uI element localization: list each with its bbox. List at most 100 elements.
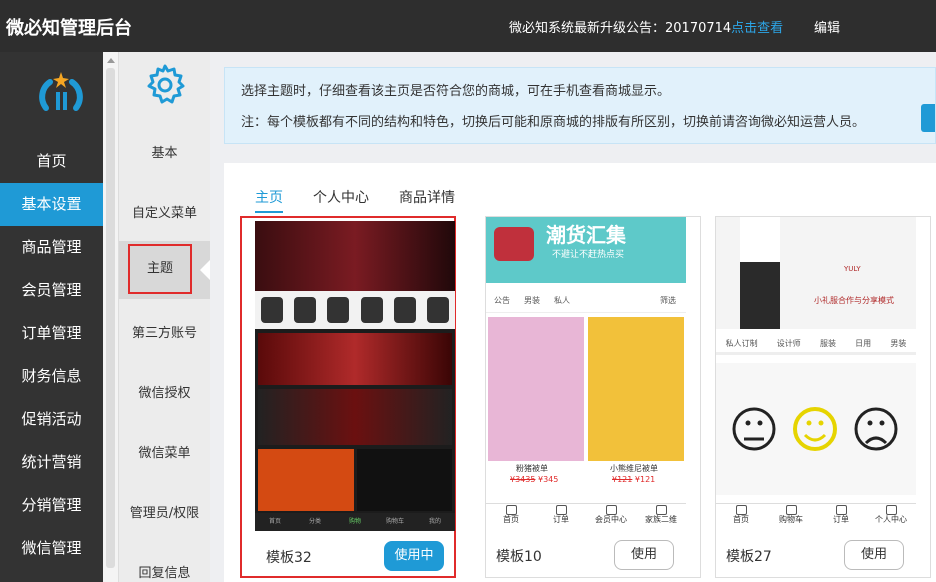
preview-banner-sub: 不避让不赶热点买	[552, 250, 625, 260]
subnav-item-wechat-menu[interactable]: 微信菜单	[119, 442, 210, 461]
preview-product-1-name: 粉猪被单	[516, 464, 548, 473]
info-line-1: 选择主题时，仔细查看该主页是否符合您的商城，可在手机查看商城显示。	[241, 84, 671, 99]
subnav-item-reply[interactable]: 回复信息	[119, 562, 210, 581]
preview-block-1	[258, 333, 452, 385]
template-card-32[interactable]: 首页 分类 购物 购物车 我的 模板32 使用中	[240, 216, 456, 578]
preview-tab-1: 分类	[308, 518, 321, 525]
subnav-item-admin[interactable]: 管理员/权限	[119, 502, 210, 521]
preview-bag-image	[494, 227, 534, 261]
preview-filter-2: 私人	[554, 296, 570, 305]
preview-tabbar: 首页 订单 会员中心 家族二维	[486, 503, 686, 531]
preview-faces-image	[716, 363, 916, 495]
template-name: 模板27	[726, 549, 772, 565]
sidebar-item-statistics[interactable]: 统计营销	[0, 441, 103, 484]
preview-tab-1: 购物车	[766, 504, 816, 531]
edit-link[interactable]: 编辑	[814, 17, 840, 36]
sidebar-item-basic-settings[interactable]: 基本设置	[0, 183, 103, 226]
sidebar-item-distribution[interactable]: 分销管理	[0, 484, 103, 527]
preview-product-1-price: ¥3435 ¥345	[510, 475, 558, 484]
template-name: 模板10	[496, 549, 542, 565]
preview-menu-2: 服装	[819, 339, 836, 348]
preview-banner: YULY 小礼服合作与分享模式	[716, 217, 916, 329]
template-32-preview[interactable]: 首页 分类 购物 购物车 我的	[255, 221, 455, 531]
preview-filter-3: 筛选	[660, 296, 676, 305]
brand-logo	[39, 72, 83, 111]
preview-product-2-image	[588, 317, 684, 461]
top-bar: 微必知管理后台 微必知系统最新升级公告：20170714点击查看 编辑	[0, 0, 936, 52]
preview-filter-bar: 公告 男装 私人 筛选	[486, 289, 686, 313]
info-action-button[interactable]	[921, 104, 935, 132]
preview-tab-0: 首页	[268, 518, 281, 525]
sidebar-item-wechat[interactable]: 微信管理	[0, 527, 103, 570]
preview-menu-3: 日用	[855, 339, 872, 348]
in-use-button[interactable]: 使用中	[384, 541, 444, 571]
preview-icon-row	[255, 291, 455, 329]
subnav-item-third-party[interactable]: 第三方账号	[119, 322, 210, 341]
sidebar-item-home[interactable]: 首页	[0, 140, 103, 183]
gear-icon	[147, 64, 185, 104]
preview-product-2-name: 小熊维尼被单	[610, 464, 658, 473]
template-name: 模板32	[266, 550, 312, 566]
info-line-2: 注：每个模板都有不同的结构和特色，切换后可能和原商城的排版有所区别，切换前请咨询…	[241, 115, 866, 130]
main-sidebar: 首页 基本设置 商品管理 会员管理 订单管理 财务信息 促销活动 统计营销 分销…	[0, 52, 103, 582]
sidebar-item-orders[interactable]: 订单管理	[0, 312, 103, 355]
preview-tab-1: 订单	[536, 504, 586, 531]
preview-block-4	[357, 449, 452, 511]
preview-brand-sub: 小礼服合作与分享模式	[814, 296, 894, 305]
preview-brand: YULY	[844, 265, 861, 273]
use-button[interactable]: 使用	[614, 540, 674, 570]
preview-tab-3: 个人中心	[866, 504, 916, 531]
subnav-heading-basic: 基本	[151, 146, 178, 161]
tab-home[interactable]: 主页	[255, 187, 283, 207]
template-10-preview[interactable]: 潮货汇集 不避让不赶热点买 公告 男装 私人 筛选 粉猪被单 小熊维尼被单 ¥3…	[486, 217, 686, 531]
tab-personal-center[interactable]: 个人中心	[313, 187, 369, 207]
scroll-up-icon[interactable]	[107, 58, 115, 63]
upgrade-notice: 微必知系统最新升级公告：20170714点击查看	[509, 17, 783, 36]
preview-block-3	[258, 449, 354, 511]
preview-product-1-now: ¥345	[538, 475, 559, 484]
use-button[interactable]: 使用	[844, 540, 904, 570]
tab-product-detail[interactable]: 商品详情	[399, 187, 455, 207]
active-tab-indicator	[255, 211, 283, 213]
notice-text: 微必知系统最新升级公告：20170714	[509, 21, 732, 36]
preview-tab-4: 我的	[428, 518, 441, 525]
preview-tab-0: 首页	[486, 504, 536, 531]
preview-menu-0: 私人订制	[725, 339, 758, 348]
preview-tab-2: 订单	[816, 504, 866, 531]
preview-filter-1: 男装	[524, 296, 540, 305]
preview-menu-4: 男装	[890, 339, 907, 348]
sidebar-item-finance[interactable]: 财务信息	[0, 355, 103, 398]
sidebar-item-promotions[interactable]: 促销活动	[0, 398, 103, 441]
preview-tabbar: 首页 购物车 订单 个人中心	[716, 503, 916, 531]
preview-product-1-image	[488, 317, 584, 461]
scrollbar-thumb[interactable]	[106, 68, 115, 568]
subnav-item-theme[interactable]: 主题	[128, 244, 192, 294]
preview-tab-3: 购物车	[385, 518, 404, 525]
preview-product-2-price: ¥121 ¥121	[612, 475, 655, 484]
template-card-27[interactable]: YULY 小礼服合作与分享模式 私人订制 设计师 服装 日用 男装 首页 购物车…	[715, 216, 931, 578]
preview-tab-0: 首页	[716, 504, 766, 531]
preview-tabbar: 首页 分类 购物 购物车 我的	[255, 513, 455, 531]
preview-model-image	[740, 217, 780, 329]
preview-filter-0: 公告	[494, 296, 510, 305]
preview-banner	[255, 221, 455, 291]
app-title: 微必知管理后台	[6, 18, 132, 39]
preview-menu: 私人订制 设计师 服装 日用 男装	[716, 335, 916, 355]
sidebar-item-products[interactable]: 商品管理	[0, 226, 103, 269]
info-banner: 选择主题时，仔细查看该主页是否符合您的商城，可在手机查看商城显示。 注：每个模板…	[224, 67, 936, 144]
preview-tab-3: 家族二维	[636, 504, 686, 531]
preview-banner-title: 潮货汇集	[546, 223, 626, 247]
preview-product-1-old: ¥3435	[510, 475, 536, 484]
preview-product-2-now: ¥121	[634, 475, 656, 484]
sidebar-item-members[interactable]: 会员管理	[0, 269, 103, 312]
notice-link[interactable]: 点击查看	[731, 21, 783, 36]
subnav-item-custom-menu[interactable]: 自定义菜单	[119, 202, 210, 221]
preview-tab-2: 购物	[348, 518, 361, 525]
template-card-10[interactable]: 潮货汇集 不避让不赶热点买 公告 男装 私人 筛选 粉猪被单 小熊维尼被单 ¥3…	[485, 216, 701, 578]
preview-tab-2: 会员中心	[586, 504, 636, 531]
sidebar-scrollbar[interactable]	[103, 52, 119, 582]
preview-menu-1: 设计师	[776, 339, 801, 348]
subnav-item-wechat-auth[interactable]: 微信授权	[119, 382, 210, 401]
template-27-preview[interactable]: YULY 小礼服合作与分享模式 私人订制 设计师 服装 日用 男装 首页 购物车…	[716, 217, 916, 531]
preview-banner: 潮货汇集 不避让不赶热点买	[486, 217, 686, 283]
